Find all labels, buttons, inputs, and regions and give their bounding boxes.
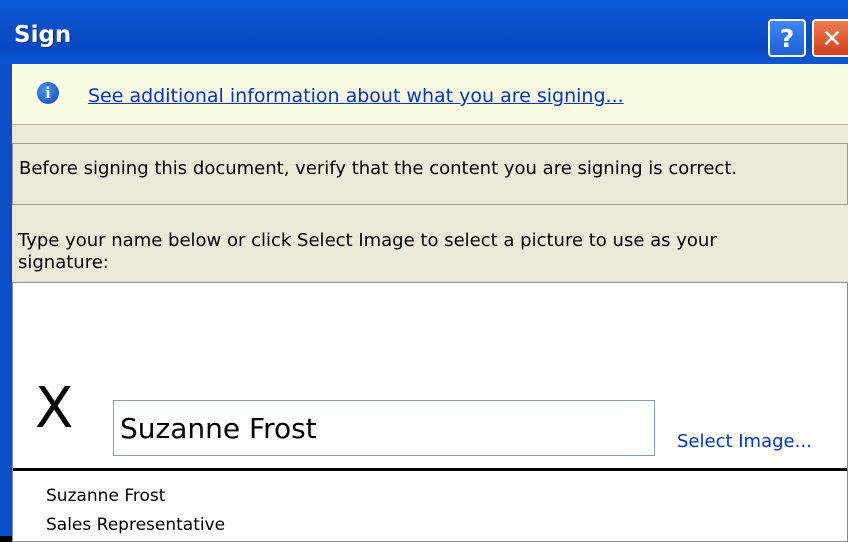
help-button[interactable]: ?	[768, 19, 806, 57]
verify-message: Before signing this document, verify tha…	[19, 158, 738, 179]
signature-name-input[interactable]	[113, 400, 655, 456]
info-icon: i	[37, 82, 59, 104]
instructions-line-1: Type your name below or click Select Ima…	[18, 230, 717, 251]
info-bar: i See additional information about what …	[12, 64, 848, 125]
instructions-line-2: signature:	[18, 252, 109, 273]
select-image-link[interactable]: Select Image...	[677, 431, 812, 452]
signature-area: X Select Image... Suzanne Frost Sales Re…	[12, 282, 848, 542]
verify-message-box: Before signing this document, verify tha…	[12, 143, 848, 205]
signature-line	[13, 468, 847, 471]
window-frame-left	[0, 64, 12, 536]
signer-title: Sales Representative	[46, 515, 226, 535]
signer-name: Suzanne Frost	[46, 486, 166, 506]
window-title: Sign	[14, 22, 72, 48]
close-icon: ✕	[821, 23, 843, 53]
question-mark-icon: ?	[779, 23, 795, 53]
title-bar[interactable]: Sign ? ✕	[0, 0, 848, 64]
signature-instructions: Type your name below or click Select Ima…	[18, 230, 818, 274]
close-button[interactable]: ✕	[812, 19, 848, 57]
additional-info-link[interactable]: See additional information about what yo…	[88, 85, 624, 107]
signature-x-mark: X	[35, 376, 74, 441]
dialog-body: i See additional information about what …	[12, 64, 848, 542]
